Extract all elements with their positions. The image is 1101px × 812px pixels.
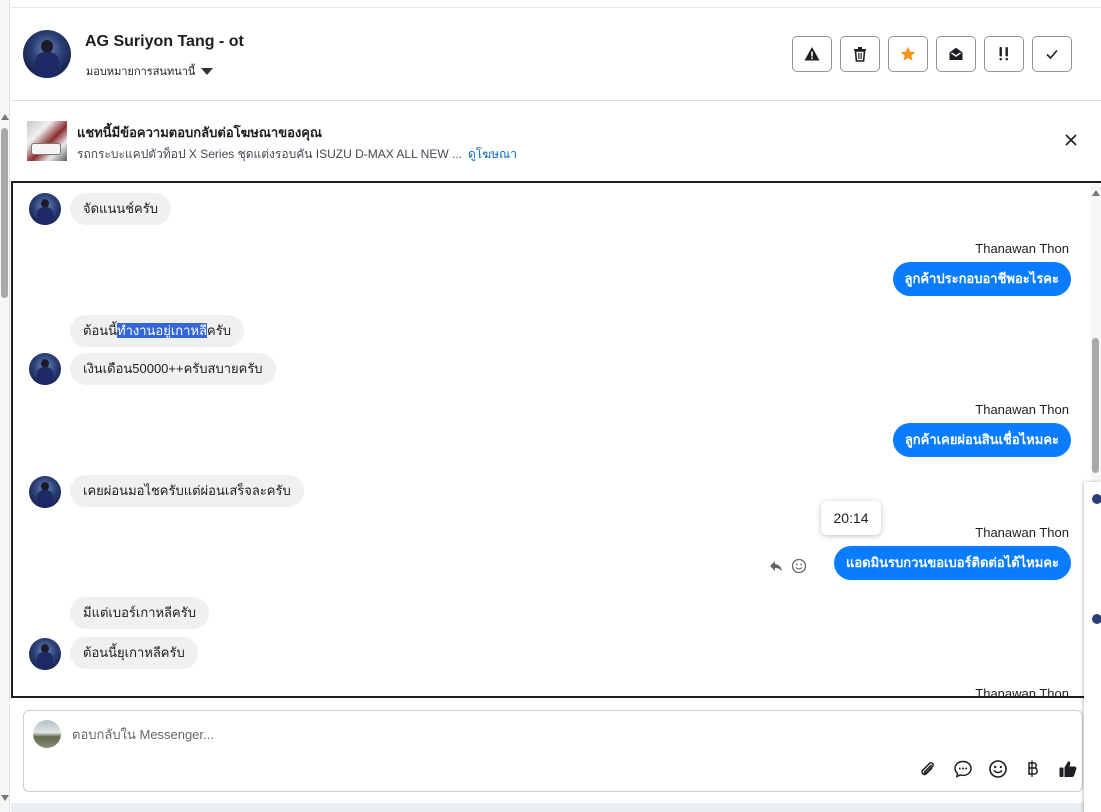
ad-description: รถกระบะแคปตัวท็อป X Series ชุดแต่งรอบคัน…: [77, 147, 462, 161]
agent-message[interactable]: ลูกค้าประกอบอาชีพอะไรคะ: [892, 262, 1071, 296]
attach-icon: [921, 762, 934, 776]
timestamp-tooltip: 20:14: [821, 501, 881, 535]
envelope-open-icon: [949, 47, 963, 60]
page-scrollbar[interactable]: [0, 0, 10, 812]
contact-avatar[interactable]: [23, 30, 71, 78]
reply-icon[interactable]: [769, 559, 783, 573]
spam-button[interactable]: [792, 36, 832, 72]
assign-label: มอบหมายการสนทนานี้: [86, 66, 196, 78]
side-panel-edge[interactable]: [1084, 482, 1101, 812]
message-actions: [769, 558, 807, 574]
close-banner-button[interactable]: [1063, 132, 1079, 148]
star-icon: [900, 46, 916, 61]
saved-reply-icon: [954, 760, 972, 778]
customer-message[interactable]: เงินเดือน50000++ครับสบายครับ: [70, 353, 276, 385]
conversation-header: AG Suriyon Tang - ot มอบหมายการสนทนานี้: [11, 8, 1101, 101]
react-emoji-icon[interactable]: [791, 558, 807, 574]
customer-message[interactable]: ต้อนนี้ทำงานอยู่เกาหลีครับ: [70, 315, 244, 347]
customer-avatar[interactable]: [29, 193, 61, 225]
saved-replies-button[interactable]: [952, 758, 974, 780]
header-actions: [792, 36, 1072, 72]
assign-conversation-dropdown[interactable]: มอบหมายการสนทนานี้: [86, 62, 214, 80]
baht-payment-icon: [1028, 760, 1038, 777]
done-button[interactable]: [1032, 36, 1072, 72]
composer-toolbar: [917, 758, 1079, 780]
message-thread[interactable]: จัดแนนช์ครับ Thanawan Thon ลูกค้าประกอบอ…: [11, 181, 1101, 698]
follow-up-button[interactable]: [984, 36, 1024, 72]
attach-button[interactable]: [917, 758, 939, 780]
ad-thumbnail[interactable]: [27, 121, 67, 161]
ad-reply-banner: แชทนี้มีข้อความตอบกลับต่อโฆษณาของคุณ รถก…: [11, 102, 1101, 178]
trash-icon: [854, 47, 866, 62]
customer-message[interactable]: เคยผ่อนมอไชครับแต่ผ่อนเสร็จละครับ: [70, 475, 304, 507]
customer-avatar[interactable]: [29, 353, 61, 385]
agent-message[interactable]: ลูกค้าเคยผ่อนสินเชื่อไหมคะ: [892, 423, 1071, 457]
check-icon: [1046, 49, 1058, 60]
agent-name: Thanawan Thon: [975, 686, 1069, 698]
customer-message[interactable]: ต้อนนี้ยุเกาหลีครับ: [70, 637, 198, 669]
agent-name: Thanawan Thon: [975, 402, 1069, 417]
page-avatar: [33, 720, 61, 748]
close-icon: [1065, 134, 1077, 146]
contact-name[interactable]: AG Suriyon Tang - ot: [85, 33, 244, 51]
agent-name: Thanawan Thon: [975, 241, 1069, 256]
scroll-up-arrow[interactable]: [1, 114, 9, 120]
reply-input[interactable]: [72, 723, 972, 745]
customer-avatar[interactable]: [29, 638, 61, 670]
view-ad-link[interactable]: ดูโฆษณา: [468, 147, 517, 161]
double-exclamation-icon: [999, 47, 1008, 61]
caret-down-icon: [201, 67, 214, 75]
customer-avatar[interactable]: [29, 476, 61, 508]
thumbs-up-icon: [1059, 761, 1077, 777]
ad-banner-subtitle: รถกระบะแคปตัวท็อป X Series ชุดแต่งรอบคัน…: [77, 145, 517, 164]
customer-message[interactable]: มีแต่เบอร์เกาหลีครับ: [70, 597, 209, 629]
scroll-down-arrow[interactable]: [1, 795, 9, 801]
reply-composer: [23, 710, 1083, 792]
scroll-up-arrow[interactable]: [1092, 190, 1100, 196]
agent-message[interactable]: แอดมินรบกวนขอเบอร์ติดต่อได้ไหมคะ: [833, 546, 1071, 580]
mark-unread-button[interactable]: [936, 36, 976, 72]
emoji-icon: [989, 760, 1007, 778]
payment-button[interactable]: [1022, 758, 1044, 780]
scrollbar-thumb[interactable]: [1, 128, 8, 298]
bottom-strip: [11, 803, 1086, 812]
top-divider: [11, 0, 1101, 8]
scrollbar-thumb[interactable]: [1092, 338, 1099, 473]
ad-banner-title: แชทนี้มีข้อความตอบกลับต่อโฆษณาของคุณ: [77, 125, 322, 140]
customer-message[interactable]: จัดแนนช์ครับ: [70, 193, 171, 225]
selected-text: ทำงานอยู่เกาหลี: [117, 323, 208, 338]
message-text: ครับ: [207, 323, 231, 338]
like-button[interactable]: [1057, 758, 1079, 780]
star-button[interactable]: [888, 36, 928, 72]
agent-name: Thanawan Thon: [975, 525, 1069, 540]
delete-button[interactable]: [840, 36, 880, 72]
message-text: ต้อนนี้: [83, 323, 118, 338]
warning-icon: [804, 47, 820, 61]
emoji-button[interactable]: [987, 758, 1009, 780]
